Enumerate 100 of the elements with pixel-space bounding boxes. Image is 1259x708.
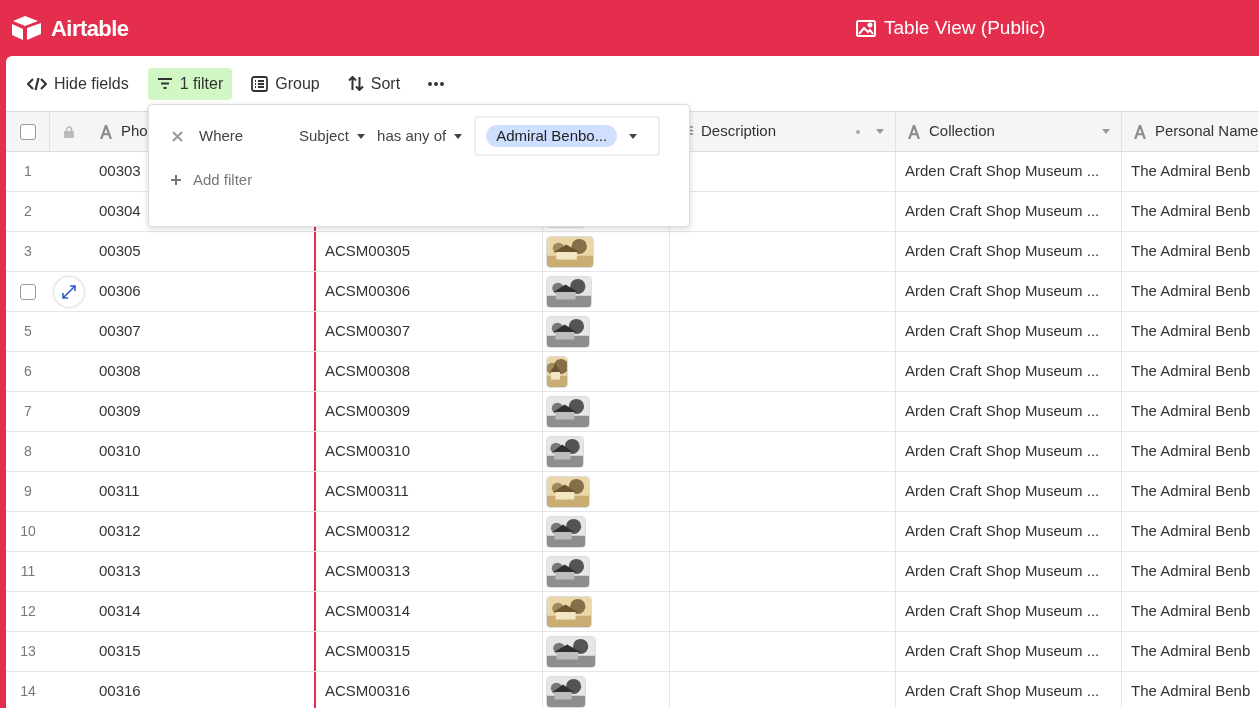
table-cell-text: Arden Craft Shop Museum ... xyxy=(905,481,1100,502)
row-number: 6 xyxy=(24,362,32,381)
app-name: Airtable xyxy=(51,14,129,43)
toolbar-button[interactable]: 1 filter xyxy=(147,67,233,100)
table-cell-text: ACSM00310 xyxy=(325,441,411,462)
close-icon xyxy=(171,130,183,142)
table-cell-text: 00307 xyxy=(99,321,141,342)
table-cell-text: Arden Craft Shop Museum ... xyxy=(905,241,1100,262)
table-cell-text: The Admiral Benb xyxy=(1131,161,1251,182)
table-cell-text: ACSM00307 xyxy=(325,321,411,342)
row-number: 2 xyxy=(24,202,32,221)
image-icon xyxy=(856,19,876,37)
row-number: 11 xyxy=(20,562,36,581)
add-filter-button[interactable]: Add filter xyxy=(171,169,253,192)
table-cell-text: The Admiral Benb xyxy=(1131,521,1251,542)
caret-icon xyxy=(357,133,366,139)
table-cell-text: 00303 xyxy=(99,161,141,182)
table-cell-text: ACSM00306 xyxy=(325,281,411,302)
table-cell-text: ACSM00309 xyxy=(325,401,411,422)
more-icon xyxy=(428,81,445,86)
table-cell-text: Arden Craft Shop Museum ... xyxy=(905,641,1100,662)
table-cell-text: The Admiral Benb xyxy=(1131,601,1251,622)
caret-icon xyxy=(454,133,463,139)
table-cell-text: 00312 xyxy=(99,521,141,542)
table-cell-text: 00305 xyxy=(99,241,141,262)
table-cell-text: ACSM00313 xyxy=(325,561,411,582)
dropdown-caret-icon xyxy=(1102,129,1110,134)
table-cell-text: The Admiral Benb xyxy=(1131,281,1251,302)
table-cell-text: Arden Craft Shop Museum ... xyxy=(905,201,1100,222)
toolbar-button[interactable]: Sort xyxy=(338,67,410,100)
operator-dropdown[interactable]: has any of xyxy=(377,124,463,148)
dropdown-caret-icon xyxy=(876,129,884,134)
toolbar-button[interactable]: Group xyxy=(242,67,329,100)
toolbar-button[interactable]: Hide fields xyxy=(18,67,138,100)
table-cell-text: ACSM00311 xyxy=(325,481,409,502)
remove-filter-button[interactable] xyxy=(171,130,183,142)
table-cell-text: 00310 xyxy=(99,441,141,462)
table-cell-text: Arden Craft Shop Museum ... xyxy=(905,281,1100,302)
row-number: 7 xyxy=(24,402,32,421)
row-number: 9 xyxy=(24,482,32,501)
text-field-icon xyxy=(1133,124,1147,139)
table-cell-text: ACSM00314 xyxy=(325,601,411,622)
expand-button[interactable] xyxy=(54,276,84,307)
table-cell-text: Arden Craft Shop Museum ... xyxy=(905,561,1100,582)
table-cell-text: 00313 xyxy=(99,561,141,582)
table-cell-text: Arden Craft Shop Museum ... xyxy=(905,601,1100,622)
table-cell-text: 00304 xyxy=(99,201,141,222)
table-cell-text: The Admiral Benb xyxy=(1131,401,1251,422)
table-cell-text: The Admiral Benb xyxy=(1131,641,1251,662)
table-cell-text: ACSM00312 xyxy=(325,521,411,542)
expand-icon xyxy=(61,283,77,300)
table-cell-text: 00316 xyxy=(99,681,141,702)
table-cell-text: Arden Craft Shop Museum ... xyxy=(905,321,1100,342)
view-title: Table View (Public) xyxy=(884,15,1046,40)
table-cell-text: 00314 xyxy=(99,601,141,622)
column-header[interactable]: Personal Name xyxy=(1122,112,1259,151)
value-select[interactable]: Admiral Benbo... xyxy=(474,116,661,156)
table-cell-text: Arden Craft Shop Museum ... xyxy=(905,521,1100,542)
field-dropdown[interactable]: Subject xyxy=(299,124,366,148)
caret-icon xyxy=(629,133,638,139)
table-cell-text: 00308 xyxy=(99,361,141,382)
row-number: 8 xyxy=(24,442,32,461)
table-cell-text: Arden Craft Shop Museum ... xyxy=(905,441,1100,462)
row-checkbox[interactable] xyxy=(20,283,36,300)
table-cell-text: Arden Craft Shop Museum ... xyxy=(905,681,1100,702)
lock-icon xyxy=(64,125,74,138)
table-cell-text: The Admiral Benb xyxy=(1131,321,1251,342)
plus-icon xyxy=(171,175,181,186)
table-cell-text: ACSM00316 xyxy=(325,681,411,702)
select-all-checkbox[interactable] xyxy=(19,123,36,140)
value-chip: Admiral Benbo... xyxy=(486,125,618,147)
table-cell-text: ACSM00308 xyxy=(325,361,411,382)
text-field-icon xyxy=(907,124,921,139)
table-cell-text: The Admiral Benb xyxy=(1131,561,1251,582)
table-cell-text: ACSM00315 xyxy=(325,641,411,662)
list-icon xyxy=(251,75,269,92)
table-cell-text: ACSM00305 xyxy=(325,241,411,262)
table-cell-text: 00311 xyxy=(99,481,140,502)
row-number: 5 xyxy=(24,322,32,341)
table-cell-text: The Admiral Benb xyxy=(1131,361,1251,382)
column-header[interactable]: Collection xyxy=(896,112,1122,151)
table-cell-text: The Admiral Benb xyxy=(1131,201,1251,222)
table-cell-text: Arden Craft Shop Museum ... xyxy=(905,361,1100,382)
filter-prefix: Where xyxy=(199,125,245,146)
table-cell-text: 00309 xyxy=(99,401,141,422)
row-number: 14 xyxy=(20,682,36,701)
filter-icon xyxy=(156,77,173,90)
sort-icon xyxy=(347,76,364,91)
row-number: 10 xyxy=(20,522,36,541)
row-number: 3 xyxy=(24,242,32,261)
table-cell-text: The Admiral Benb xyxy=(1131,481,1251,502)
table-cell-text: 00306 xyxy=(99,281,141,302)
table-cell-text: 00315 xyxy=(99,641,141,662)
table-cell-text: Arden Craft Shop Museum ... xyxy=(905,161,1100,182)
text-field-icon xyxy=(99,124,113,139)
code-icon xyxy=(27,76,47,91)
table-cell-text: The Admiral Benb xyxy=(1131,681,1251,702)
logo-icon xyxy=(11,15,43,41)
row-number: 12 xyxy=(20,602,36,621)
table-cell-text: The Admiral Benb xyxy=(1131,441,1251,462)
